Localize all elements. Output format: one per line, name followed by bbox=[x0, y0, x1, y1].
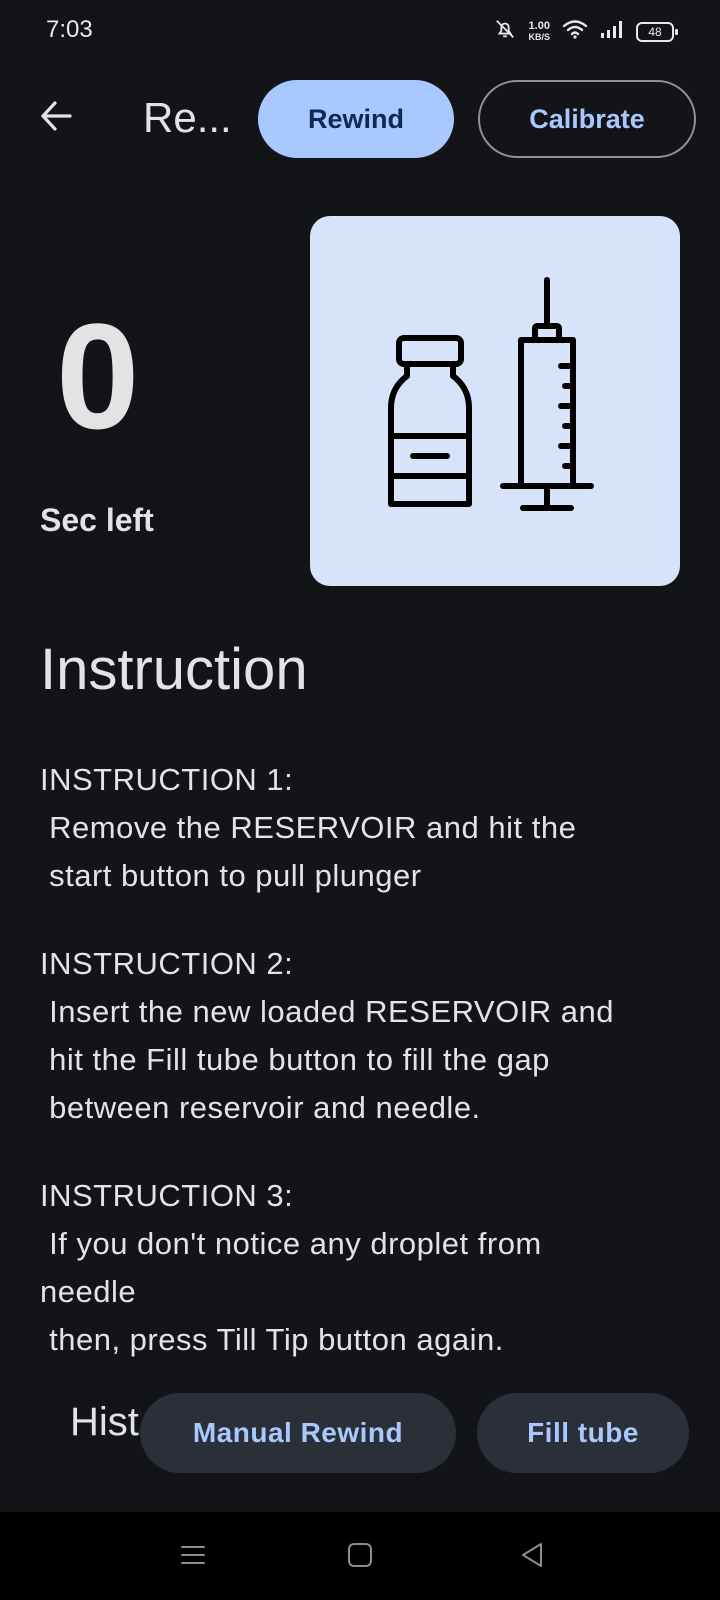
instruction-heading: INSTRUCTION 2: bbox=[40, 946, 294, 981]
history-label: Hist bbox=[70, 1400, 139, 1444]
instruction-item: INSTRUCTION 3: If you don't notice any d… bbox=[40, 1172, 680, 1364]
instruction-heading: INSTRUCTION 3: bbox=[40, 1178, 294, 1213]
wifi-icon bbox=[562, 18, 588, 45]
arrow-left-icon bbox=[38, 98, 74, 139]
back-nav-button[interactable] bbox=[515, 1540, 549, 1574]
vial-icon bbox=[388, 335, 472, 507]
countdown-label: Sec left bbox=[40, 502, 154, 538]
menu-icon bbox=[180, 1542, 206, 1573]
status-icons: 1.00 KB/S 48 bbox=[494, 18, 678, 45]
calibrate-button[interactable]: Calibrate bbox=[478, 80, 696, 158]
back-button[interactable] bbox=[30, 92, 82, 144]
battery-icon: 48 bbox=[636, 21, 678, 42]
instruction-body: Insert the new loaded RESERVOIR and hit … bbox=[49, 994, 615, 1125]
system-nav-bar bbox=[0, 1512, 720, 1600]
page-title: Re... bbox=[143, 94, 232, 141]
rewind-button[interactable]: Rewind bbox=[258, 80, 454, 158]
fill-tube-button[interactable]: Fill tube bbox=[477, 1393, 689, 1473]
bell-off-icon bbox=[494, 18, 516, 45]
net-speed: 1.00 KB/S bbox=[528, 19, 550, 43]
back-triangle-icon bbox=[519, 1542, 545, 1573]
syringe-icon bbox=[500, 277, 594, 511]
net-speed-value: 1.00 bbox=[528, 19, 550, 32]
home-square-icon bbox=[347, 1542, 373, 1573]
signal-icon bbox=[600, 19, 624, 44]
net-speed-unit: KB/S bbox=[528, 31, 550, 42]
instruction-heading: INSTRUCTION 1: bbox=[40, 762, 294, 797]
instruction-item: INSTRUCTION 1: Remove the RESERVOIR and … bbox=[40, 756, 680, 900]
menu-nav-button[interactable] bbox=[176, 1540, 210, 1574]
instruction-body: Remove the RESERVOIR and hit the start b… bbox=[49, 810, 577, 893]
instruction-item: INSTRUCTION 2: Insert the new loaded RES… bbox=[40, 940, 680, 1132]
manual-rewind-button[interactable]: Manual Rewind bbox=[140, 1393, 456, 1473]
home-nav-button[interactable] bbox=[343, 1540, 377, 1574]
status-time: 7:03 bbox=[46, 16, 93, 43]
instruction-title: Instruction bbox=[40, 637, 308, 702]
top-app-bar: Re... Rewind Calibrate bbox=[0, 78, 720, 160]
instruction-list: INSTRUCTION 1: Remove the RESERVOIR and … bbox=[40, 756, 680, 1404]
countdown-value: 0 bbox=[56, 292, 140, 460]
illustration-card bbox=[310, 216, 680, 586]
instruction-body: If you don't notice any droplet from nee… bbox=[40, 1226, 542, 1357]
status-bar: 7:03 1.00 KB/S 48 bbox=[0, 0, 720, 64]
